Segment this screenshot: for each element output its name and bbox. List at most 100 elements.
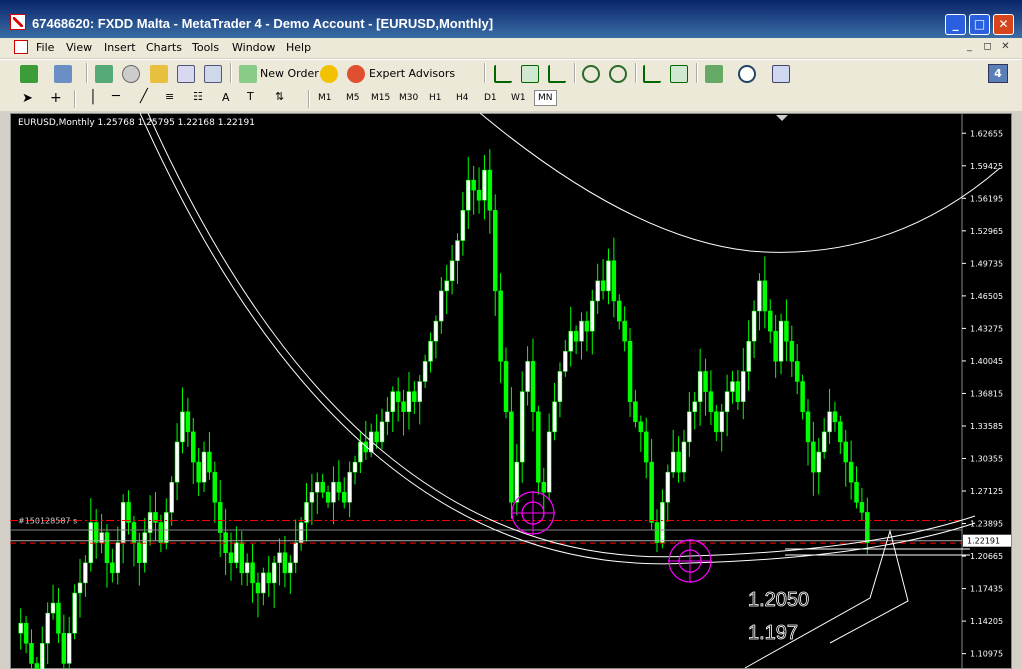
price-label: 1.30355	[970, 455, 1003, 464]
timeframe-mn[interactable]: MN	[534, 90, 557, 106]
price-label: 1.43275	[970, 324, 1003, 333]
data-window-icon[interactable]	[122, 65, 140, 83]
trendline-icon[interactable]: ╱	[140, 89, 148, 104]
timeframe-h1[interactable]: H1	[429, 93, 442, 103]
candle-body	[271, 562, 277, 584]
candle-body	[250, 562, 255, 584]
notification-badge[interactable]: 4	[988, 64, 1008, 83]
candle-body	[288, 562, 293, 574]
menu-insert[interactable]: Insert	[104, 41, 136, 54]
cursor-icon[interactable]: ➤	[22, 91, 33, 106]
close-button[interactable]: ✕	[993, 14, 1014, 35]
candle-body	[848, 461, 854, 483]
candle-body	[794, 361, 800, 382]
zoom-out-icon[interactable]	[609, 65, 627, 83]
templates-icon[interactable]	[772, 65, 790, 83]
navigator-icon[interactable]	[150, 65, 168, 83]
timeframe-m1[interactable]: M1	[318, 93, 332, 103]
terminal-icon[interactable]	[177, 65, 195, 83]
mdi-minimize-button[interactable]: _	[962, 40, 977, 54]
candle-body	[714, 411, 719, 433]
candle-body	[487, 169, 493, 211]
menu-charts[interactable]: Charts	[146, 41, 182, 54]
candle-body	[606, 260, 611, 292]
candle-body	[492, 210, 498, 292]
indicators-icon[interactable]	[705, 65, 723, 83]
timeframe-m5[interactable]: M5	[346, 93, 360, 103]
standard-toolbar: New Order Expert Advisors 4	[0, 59, 1022, 88]
menu-view[interactable]: View	[66, 41, 92, 54]
candle-body	[552, 401, 557, 433]
new-order-button[interactable]: New Order	[260, 67, 319, 80]
candle-body	[304, 502, 309, 523]
price-label: 1.62655	[970, 129, 1003, 138]
auto-scroll-icon[interactable]	[643, 65, 661, 83]
line-studies-toolbar: ➤ + │ ─ ╱ ≡ ☷ A T ⇅ M1 M5 M15 M30 H1 H4 …	[0, 88, 1022, 111]
menu-tools[interactable]: Tools	[192, 41, 219, 54]
fibonacci-retracement-icon[interactable]: ☷	[193, 90, 203, 103]
equidistant-channel-icon[interactable]: ≡	[165, 90, 174, 103]
candle-body	[417, 381, 422, 402]
line-chart-icon[interactable]	[548, 65, 566, 83]
timeframe-h4[interactable]: H4	[456, 93, 469, 103]
candle-body	[590, 300, 595, 332]
vertical-line-icon[interactable]: │	[89, 90, 97, 105]
candle-body	[395, 391, 401, 402]
zoom-in-icon[interactable]	[582, 65, 600, 83]
candlestick-chart-icon[interactable]	[521, 65, 539, 83]
expert-advisors-button[interactable]: Expert Advisors	[369, 67, 455, 80]
candle-body	[762, 280, 768, 312]
price-label: 1.20665	[970, 552, 1003, 561]
arrows-icon[interactable]: ⇅	[275, 90, 284, 103]
profiles-icon[interactable]	[54, 65, 72, 83]
candle-body	[757, 280, 762, 312]
text-label-icon[interactable]: T	[247, 90, 254, 103]
timeframe-d1[interactable]: D1	[484, 93, 497, 103]
price-label: 1.33585	[970, 422, 1003, 431]
mdi-close-button[interactable]: ✕	[998, 40, 1013, 54]
price-chart[interactable]: 1.62655 1.59425 1.56195 1.52965 1.49735 1.465…	[10, 113, 1012, 669]
candle-body	[77, 582, 83, 594]
mdi-restore-button[interactable]: ◻	[980, 40, 995, 54]
candle-body	[800, 381, 805, 412]
expert-advisors-icon[interactable]	[347, 65, 365, 83]
candle-body	[455, 240, 460, 261]
new-chart-icon[interactable]	[20, 65, 38, 83]
strategy-tester-icon[interactable]	[204, 65, 222, 83]
candle-body	[751, 310, 757, 342]
timeframe-m30[interactable]: M30	[399, 93, 418, 103]
candle-body	[649, 461, 654, 523]
chart-window-icon[interactable]	[14, 40, 28, 54]
candle-body	[838, 421, 843, 443]
candle-body	[471, 179, 476, 191]
crosshair-icon[interactable]: +	[50, 90, 62, 106]
candle-body	[191, 431, 196, 463]
candle-body	[223, 532, 228, 553]
bar-chart-icon[interactable]	[494, 65, 512, 83]
horizontal-line-icon[interactable]: ─	[112, 89, 120, 104]
text-tool-icon[interactable]: A	[222, 91, 230, 104]
candle-body	[503, 361, 509, 412]
periods-clock-icon[interactable]	[738, 65, 756, 83]
new-order-icon[interactable]	[239, 65, 257, 83]
timeframe-w1[interactable]: W1	[511, 93, 526, 103]
minimize-button[interactable]: _	[945, 14, 966, 35]
maximize-button[interactable]: □	[969, 14, 990, 35]
candle-body	[374, 431, 379, 443]
current-price-label: 1.22191	[967, 537, 1000, 546]
menu-window[interactable]: Window	[232, 41, 275, 54]
timeframe-m15[interactable]: M15	[371, 93, 390, 103]
market-watch-icon[interactable]	[95, 65, 113, 83]
candle-body	[687, 411, 692, 443]
chart-shift-icon[interactable]	[670, 65, 688, 83]
candle-body	[126, 502, 131, 523]
menu-help[interactable]: Help	[286, 41, 311, 54]
candle-body	[422, 361, 428, 382]
metatrader-app-icon[interactable]	[10, 14, 26, 30]
menu-file[interactable]: File	[36, 41, 54, 54]
candle-body	[865, 512, 870, 543]
metaeditor-icon[interactable]	[320, 65, 338, 83]
price-label: 1.59425	[970, 162, 1003, 171]
chart-shift-marker	[776, 115, 788, 121]
candle-body	[643, 431, 649, 463]
